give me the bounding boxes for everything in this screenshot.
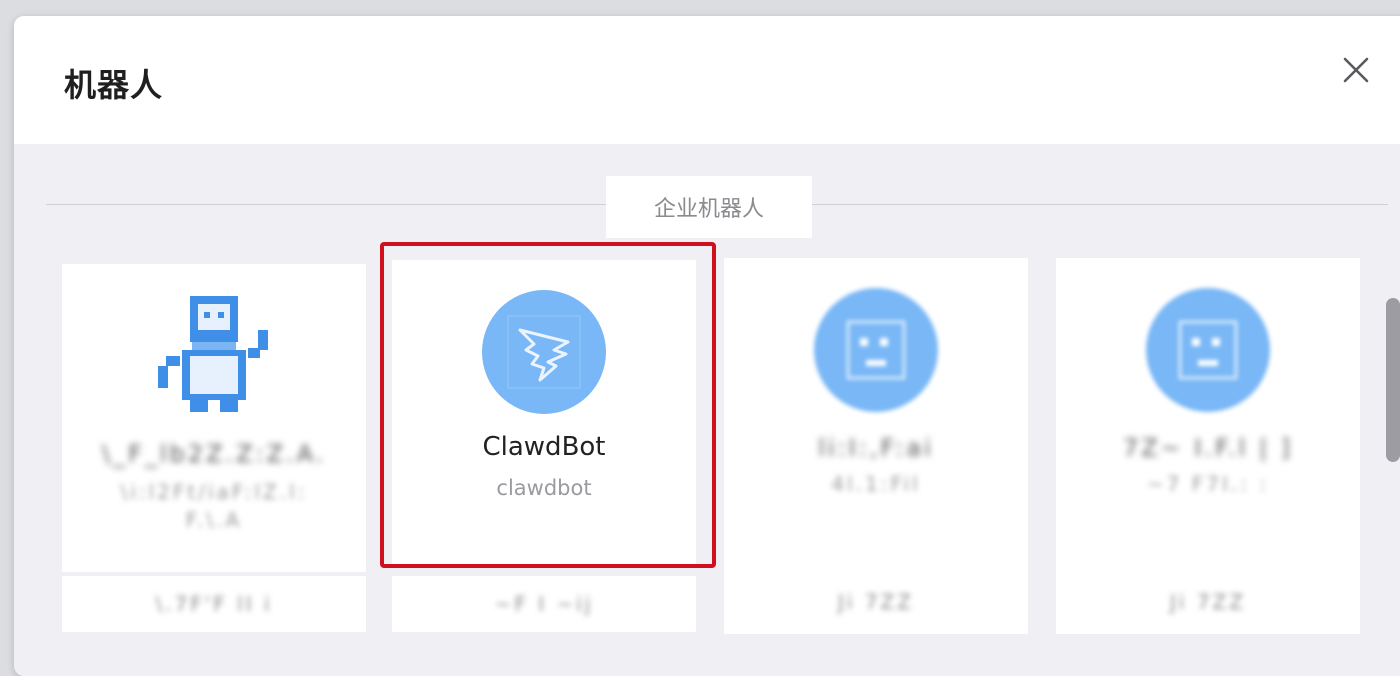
clawdbot-card-footer: ~F I ~ij — [392, 576, 696, 632]
robot-avatar — [1146, 288, 1270, 412]
close-button[interactable] — [1336, 50, 1376, 90]
footer-text: Ji 7ZZ — [1170, 590, 1246, 614]
robot-avatar — [814, 288, 938, 412]
highlight-frame — [380, 242, 716, 568]
robot-card[interactable]: \_F_lb2Z.Z:Z.A. \i:l2Ft/iaF:lZ.l: F.\.A — [62, 264, 366, 572]
robot-card-footer: \.7F'F lI i — [62, 576, 366, 632]
robot-name: li:I:,F:ai — [818, 434, 934, 462]
pixel-robot-icon — [158, 296, 268, 412]
footer-text: Ji 7ZZ — [838, 590, 914, 614]
robot-card[interactable]: 7Z~ I.F.l | ] ~7 F7I.: : Ji 7ZZ — [1056, 258, 1360, 634]
section-label: 企业机器人 — [606, 176, 812, 238]
robot-id: ~7 F7I.: : — [1146, 472, 1270, 496]
dialog-header: 机器人 — [14, 16, 1400, 144]
scrollbar-thumb[interactable] — [1386, 298, 1400, 462]
default-bot-icon — [1178, 320, 1238, 380]
default-bot-icon — [846, 320, 906, 380]
robot-id: 4l.1:Fil — [831, 472, 921, 496]
robot-card[interactable]: li:I:,F:ai 4l.1:Fil Ji 7ZZ — [724, 258, 1028, 634]
footer-text: \.7F'F lI i — [155, 592, 273, 616]
robot-name: \_F_lb2Z.Z:Z.A. — [102, 440, 327, 468]
robot-dialog: 机器人 企业机器人 \_F_lb2Z.Z:Z.A. \i:l2Ft/iaF:lZ… — [14, 16, 1400, 676]
close-icon — [1343, 57, 1369, 83]
dialog-title: 机器人 — [64, 66, 164, 104]
robot-name: 7Z~ I.F.l | ] — [1122, 434, 1294, 462]
footer-text: ~F I ~ij — [494, 592, 594, 616]
robot-id: \i:l2Ft/iaF:lZ.l: F.\.A — [120, 480, 308, 532]
